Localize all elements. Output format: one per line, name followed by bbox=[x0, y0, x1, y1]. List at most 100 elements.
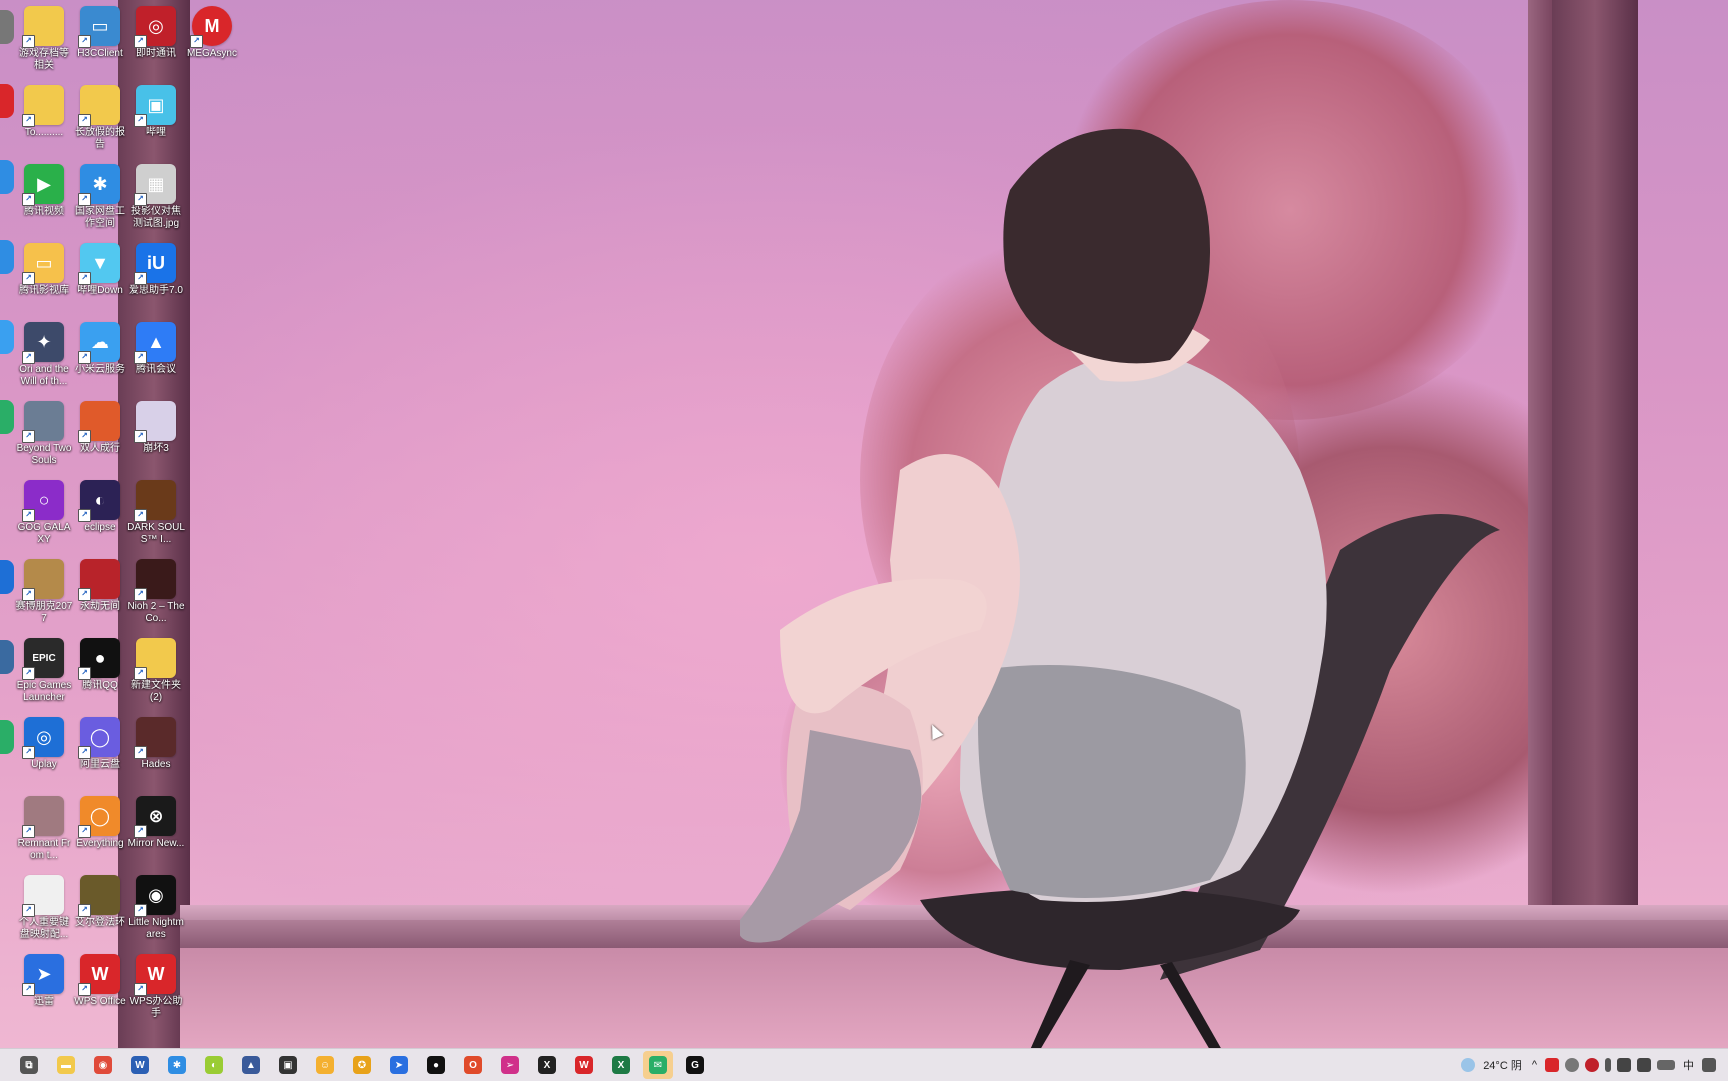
offscreen-icon[interactable] bbox=[0, 720, 14, 754]
h3c-icon: ▭ ↗ bbox=[78, 6, 120, 48]
taskbar-netdisk-button[interactable]: ✱ bbox=[162, 1051, 192, 1079]
desktop-icon[interactable]: ▣ ↗ 哔哩 bbox=[126, 79, 186, 139]
taskbar-thunder-button[interactable]: ➤ bbox=[384, 1051, 414, 1079]
desktop-icon[interactable]: ↗ 长放假的报告 bbox=[70, 79, 130, 151]
office-icon: O bbox=[464, 1056, 482, 1074]
taskbar-game-app-button[interactable]: ✪ bbox=[347, 1051, 377, 1079]
offscreen-icon[interactable] bbox=[0, 10, 14, 44]
desktop-icon[interactable]: W ↗ WPS Office bbox=[70, 948, 130, 1008]
desktop-icon[interactable]: ↗ Remnant From t... bbox=[14, 790, 74, 862]
shortcut-arrow-icon: ↗ bbox=[22, 193, 35, 206]
volume-icon[interactable] bbox=[1637, 1058, 1651, 1072]
desktop-icon[interactable]: ↗ Hades bbox=[126, 711, 186, 771]
taskbar-notes-button[interactable]: ▣ bbox=[273, 1051, 303, 1079]
taskbar-excel-button[interactable]: X bbox=[606, 1051, 636, 1079]
desktop-icon[interactable]: ◉ ↗ Little Nightmares bbox=[126, 869, 186, 941]
desktop-icon[interactable]: ↗ DARK SOULS™ I... bbox=[126, 474, 186, 546]
offscreen-icon[interactable] bbox=[0, 400, 14, 434]
app-tray-icon[interactable] bbox=[1585, 1058, 1599, 1072]
shortcut-arrow-icon: ↗ bbox=[78, 35, 91, 48]
window-frame-right-inner bbox=[1528, 0, 1552, 940]
desktop-icon[interactable]: ↗ 艾尔登法环 bbox=[70, 869, 130, 929]
tool-icon: ▲ bbox=[242, 1056, 260, 1074]
desktop-icon[interactable]: ✱ ↗ 国家网盘工作空间 bbox=[70, 158, 130, 230]
desktop-icon[interactable]: ↗ Beyond Two Souls bbox=[14, 395, 74, 467]
desktop-icon[interactable]: ▼ ↗ 哔哩Down bbox=[70, 237, 130, 297]
chrome-icon: ◉ bbox=[94, 1056, 112, 1074]
desktop-icon[interactable]: ↗ 双人成行 bbox=[70, 395, 130, 455]
offscreen-icon[interactable] bbox=[0, 640, 14, 674]
desktop-icon[interactable]: W ↗ WPS办公助手 bbox=[126, 948, 186, 1020]
microphone-icon[interactable] bbox=[1605, 1058, 1611, 1072]
chevron-up-icon[interactable]: ^ bbox=[1532, 1059, 1537, 1071]
netdisk-icon: ✱ bbox=[168, 1056, 186, 1074]
taskbar-emoji-app-button[interactable]: ☺ bbox=[310, 1051, 340, 1079]
desktop-icon[interactable]: ↗ 个人重要键盘映射配... bbox=[14, 869, 74, 941]
taskbar-file-explorer-button[interactable]: ▬ bbox=[51, 1051, 81, 1079]
notification-icon[interactable] bbox=[1702, 1058, 1716, 1072]
desktop-icon[interactable]: ▲ ↗ 腾讯会议 bbox=[126, 316, 186, 376]
desktop-icon[interactable]: EPIC ↗ Epic Games Launcher bbox=[14, 632, 74, 704]
desktop-icon[interactable]: ↗ 崩坏3 bbox=[126, 395, 186, 455]
desktop-icon[interactable]: ✦ ↗ Ori and the Will of th... bbox=[14, 316, 74, 388]
game-icon: ↗ bbox=[22, 559, 64, 601]
taskbar-g-app-button[interactable]: G bbox=[680, 1051, 710, 1079]
ime-indicator[interactable]: 中 bbox=[1683, 1057, 1694, 1073]
taskbar-chrome-button[interactable]: ◉ bbox=[88, 1051, 118, 1079]
desktop-icon-label: 新建文件夹 (2) bbox=[131, 680, 181, 703]
taskbar-send-app-button[interactable]: ➢ bbox=[495, 1051, 525, 1079]
desktop-icon-label: 迅雷 bbox=[34, 996, 54, 1007]
desktop-icon[interactable]: ↗ 永劫无间 bbox=[70, 553, 130, 613]
taskbar-wps-button[interactable]: W bbox=[569, 1051, 599, 1079]
weather-text[interactable]: 24°C 阴 bbox=[1483, 1057, 1522, 1073]
game-icon: ↗ bbox=[134, 401, 176, 443]
desktop-icon[interactable]: ◯ ↗ 阿里云盘 bbox=[70, 711, 130, 771]
taskbar-task-view-button[interactable]: ⧉ bbox=[14, 1051, 44, 1079]
desktop-icon[interactable]: ↗ To.......... bbox=[14, 79, 74, 139]
shortcut-arrow-icon: ↗ bbox=[22, 114, 35, 127]
offscreen-icon[interactable] bbox=[0, 84, 14, 118]
desktop-icon[interactable]: ● ↗ 腾讯QQ bbox=[70, 632, 130, 692]
taskbar-wechat-button[interactable]: ✉ bbox=[643, 1051, 673, 1079]
desktop-icon[interactable]: ⊗ ↗ Mirror New... bbox=[126, 790, 186, 850]
taskbar-xbox-button[interactable]: X bbox=[532, 1051, 562, 1079]
weather-icon[interactable] bbox=[1461, 1058, 1476, 1072]
taskbar-office-button[interactable]: O bbox=[458, 1051, 488, 1079]
taskbar-word-button[interactable]: W bbox=[125, 1051, 155, 1079]
desktop-icon[interactable]: ↗ 新建文件夹 (2) bbox=[126, 632, 186, 704]
desktop-icon[interactable]: ○ ↗ GOG GALAXY bbox=[14, 474, 74, 546]
offscreen-icon[interactable] bbox=[0, 160, 14, 194]
desktop-icon[interactable]: ◯ ↗ Everything bbox=[70, 790, 130, 850]
desktop-icon[interactable]: ◎ ↗ 即时通讯 bbox=[126, 0, 186, 60]
shortcut-arrow-icon: ↗ bbox=[134, 904, 147, 917]
offscreen-icon[interactable] bbox=[0, 560, 14, 594]
desktop-icon-label: 阿里云盘 bbox=[80, 759, 120, 770]
desktop-icon[interactable]: ☁ ↗ 小米云服务 bbox=[70, 316, 130, 376]
cloud-tray-icon[interactable] bbox=[1565, 1058, 1579, 1072]
wps-tray-icon[interactable] bbox=[1545, 1058, 1559, 1072]
desktop-icon[interactable]: ▭ ↗ H3CClient bbox=[70, 0, 130, 60]
desktop-icon[interactable]: M ↗ MEGAsync bbox=[182, 0, 242, 60]
shortcut-arrow-icon: ↗ bbox=[78, 351, 91, 364]
taskbar-qq-button[interactable]: ● bbox=[421, 1051, 451, 1079]
desktop-icon[interactable]: ↗ Nioh 2 – The Co... bbox=[126, 553, 186, 625]
desktop-icon[interactable]: ↗ 游戏存档等相关 bbox=[14, 0, 74, 72]
taskbar-wechat-green-button[interactable]: ◐ bbox=[199, 1051, 229, 1079]
desktop-icon[interactable]: iU ↗ 爱思助手7.0 bbox=[126, 237, 186, 297]
keyboard-icon[interactable] bbox=[1657, 1060, 1675, 1070]
desktop-icon[interactable]: ▭ ↗ 腾讯影视库 bbox=[14, 237, 74, 297]
girl-on-chair-illustration bbox=[740, 128, 1500, 1048]
desktop-icon[interactable]: ↗ 赛博朋克2077 bbox=[14, 553, 74, 625]
desktop-icon[interactable]: ◐ ↗ eclipse bbox=[70, 474, 130, 534]
network-icon[interactable] bbox=[1617, 1058, 1631, 1072]
desktop-icon[interactable]: ▦ ↗ 投影仪对焦测试图.jpg bbox=[126, 158, 186, 230]
offscreen-icon[interactable] bbox=[0, 320, 14, 354]
offscreen-icon[interactable] bbox=[0, 240, 14, 274]
shortcut-arrow-icon: ↗ bbox=[78, 746, 91, 759]
ori-game-icon: ✦ ↗ bbox=[22, 322, 64, 364]
shortcut-arrow-icon: ↗ bbox=[78, 667, 91, 680]
desktop-icon[interactable]: ◎ ↗ Uplay bbox=[14, 711, 74, 771]
taskbar-tool-button[interactable]: ▲ bbox=[236, 1051, 266, 1079]
desktop-icon[interactable]: ▶ ↗ 腾讯视频 bbox=[14, 158, 74, 218]
desktop-icon[interactable]: ➤ ↗ 迅雷 bbox=[14, 948, 74, 1008]
